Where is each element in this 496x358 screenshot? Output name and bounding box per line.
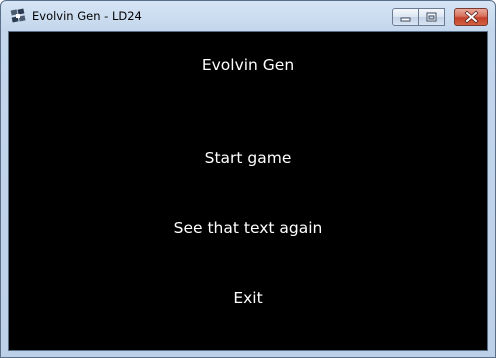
app-window: Evolvin Gen - LD24 Evolvin Gen Start gam… — [0, 0, 496, 358]
minimize-icon — [400, 17, 411, 22]
see-text-again-option[interactable]: See that text again — [9, 219, 487, 237]
window-title: Evolvin Gen - LD24 — [32, 9, 142, 23]
minimize-button[interactable] — [392, 8, 419, 26]
game-canvas[interactable]: Evolvin Gen Start game See that text aga… — [8, 31, 488, 351]
maximize-icon — [426, 12, 437, 22]
close-icon — [464, 10, 479, 24]
start-game-option[interactable]: Start game — [9, 149, 487, 167]
exit-option[interactable]: Exit — [9, 289, 487, 307]
close-button[interactable] — [454, 8, 488, 26]
game-title: Evolvin Gen — [201, 56, 295, 74]
maximize-button[interactable] — [419, 8, 445, 26]
title-bar[interactable]: Evolvin Gen - LD24 — [1, 1, 495, 31]
app-window-icon[interactable] — [10, 8, 27, 25]
